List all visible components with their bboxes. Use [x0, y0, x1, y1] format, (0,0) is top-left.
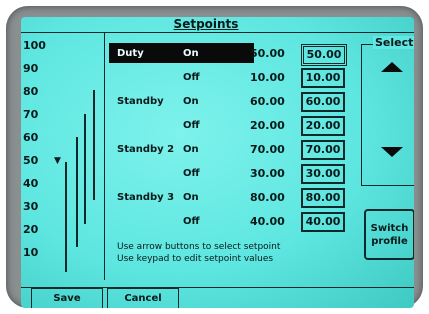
- row-state: On: [183, 48, 199, 59]
- arrow-up-icon[interactable]: [381, 62, 403, 72]
- setpoint-field-standby2-off[interactable]: 30.00: [301, 164, 345, 184]
- scale-tick-70: 70: [23, 108, 39, 121]
- standby3-range-bar: [93, 90, 95, 200]
- level-marker-icon: ▼: [54, 156, 61, 166]
- row-value: 30.00: [250, 167, 285, 180]
- arrow-down-icon[interactable]: [381, 147, 403, 157]
- setpoint-field-standby2-on[interactable]: 70.00: [301, 140, 345, 160]
- row-state: Off: [183, 120, 200, 131]
- row-state: Off: [183, 168, 200, 179]
- scale-tick-100: 100: [23, 39, 46, 52]
- setpoint-field-standby3-on[interactable]: 80.00: [301, 188, 345, 208]
- hint-select: Use arrow buttons to select setpoint: [117, 242, 281, 252]
- setpoint-field-duty-off[interactable]: 10.00: [301, 68, 345, 88]
- scale-tick-50: 50: [23, 154, 39, 167]
- switch-profile-button[interactable]: Switch profile: [364, 209, 414, 260]
- setpoint-field-standby-off[interactable]: 20.00: [301, 116, 345, 136]
- scale-tick-30: 30: [23, 200, 39, 213]
- row-state: On: [183, 96, 199, 107]
- scale-tick-40: 40: [23, 177, 39, 190]
- hint-edit: Use keypad to edit setpoint values: [117, 254, 274, 264]
- setpoint-field-standby3-off[interactable]: 40.00: [301, 212, 345, 232]
- row-state: Off: [183, 216, 200, 227]
- row-value: 50.00: [250, 47, 285, 60]
- standby-range-bar: [76, 137, 78, 247]
- row-value: 10.00: [250, 71, 285, 84]
- duty-range-bar: [65, 162, 67, 272]
- row-label-standby-3: Standby 3: [117, 192, 175, 203]
- select-title: Select: [373, 36, 414, 49]
- setpoint-field-duty-on[interactable]: 50.00: [301, 44, 347, 66]
- scale-tick-10: 10: [23, 246, 39, 259]
- row-value: 80.00: [250, 191, 285, 204]
- row-state: On: [183, 192, 199, 203]
- row-state: Off: [183, 72, 200, 83]
- row-label-standby-2: Standby 2: [117, 144, 175, 155]
- setpoint-scale: 100 90 80 70 60 50 40 30 20 10 ▼: [21, 32, 105, 280]
- setpoint-field-standby-on[interactable]: 60.00: [301, 92, 345, 112]
- page-title: Setpoints: [173, 17, 239, 31]
- scale-tick-80: 80: [23, 85, 39, 98]
- cancel-button[interactable]: Cancel: [107, 288, 179, 308]
- row-value: 40.00: [250, 215, 285, 228]
- save-button[interactable]: Save: [31, 288, 103, 308]
- row-value: 20.00: [250, 119, 285, 132]
- row-label-duty: Duty: [117, 48, 144, 59]
- scale-tick-90: 90: [23, 62, 39, 75]
- scale-tick-20: 20: [23, 223, 39, 236]
- scale-tick-60: 60: [23, 131, 39, 144]
- row-value: 60.00: [250, 95, 285, 108]
- screen: Setpoints 100 90 80 70 60 50 40 30 20 10…: [21, 17, 414, 308]
- row-value: 70.00: [250, 143, 285, 156]
- row-label-standby: Standby: [117, 96, 164, 107]
- row-state: On: [183, 144, 199, 155]
- standby2-range-bar: [84, 114, 86, 224]
